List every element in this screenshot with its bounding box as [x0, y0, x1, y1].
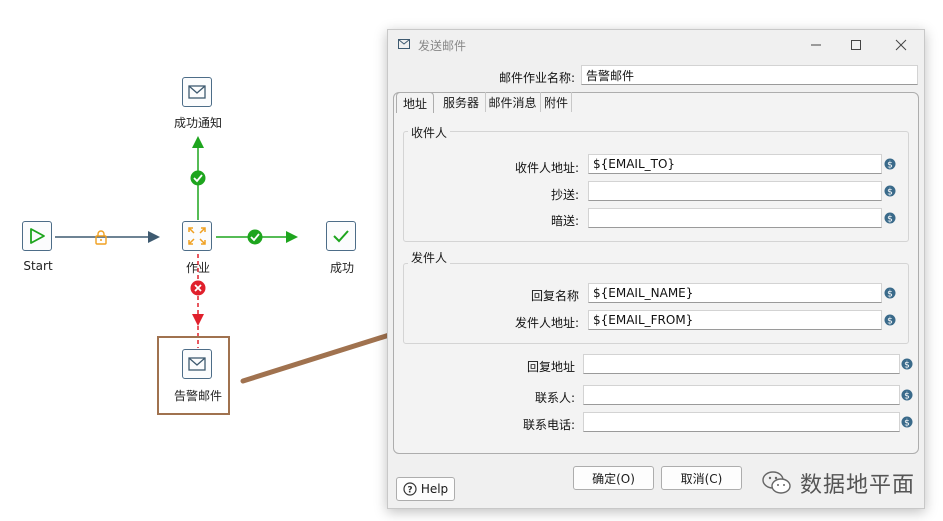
help-button-label: Help: [420, 482, 449, 496]
svg-text:$: $: [887, 188, 893, 198]
play-icon: [30, 228, 45, 244]
ok-button-label: 确定(O): [592, 471, 635, 486]
cancel-button[interactable]: 取消(C): [661, 466, 742, 490]
dialog-title: 发送邮件: [418, 39, 467, 53]
close-button[interactable]: [889, 34, 913, 56]
bcc-input[interactable]: [588, 208, 882, 228]
contact-label: 联系人:: [534, 391, 575, 405]
hop-arrowhead: [286, 231, 298, 243]
recipient-address-label: 收件人地址:: [514, 161, 579, 175]
job-label: 作业: [185, 261, 211, 275]
cc-label: 抄送:: [550, 188, 579, 202]
success-notify-node[interactable]: [182, 77, 212, 107]
tab-attachments[interactable]: 附件: [540, 92, 572, 112]
success-node[interactable]: [326, 221, 356, 251]
job-node[interactable]: [182, 221, 212, 251]
envelope-icon: [188, 357, 206, 371]
svg-text:$: $: [904, 392, 910, 402]
variable-icon[interactable]: $: [884, 212, 896, 224]
title-bar[interactable]: 发送邮件: [388, 30, 924, 60]
close-icon: [895, 39, 907, 51]
hop-arrowhead: [192, 314, 204, 326]
minimize-button[interactable]: [804, 34, 828, 56]
maximize-icon: [851, 40, 861, 50]
ok-button[interactable]: 确定(O): [573, 466, 654, 490]
checkmark-icon: [333, 230, 349, 243]
svg-text:$: $: [904, 419, 910, 429]
success-hop-icon[interactable]: [190, 170, 206, 186]
minimize-icon: [811, 44, 821, 46]
success-hop-icon[interactable]: [247, 229, 263, 245]
recipient-address-input[interactable]: [588, 154, 882, 174]
svg-text:$: $: [887, 290, 893, 300]
svg-text:$: $: [887, 161, 893, 171]
reply-name-label: 回复名称: [530, 289, 579, 303]
variable-icon[interactable]: $: [884, 158, 896, 170]
annotation-arrow: [240, 332, 390, 384]
lock-icon[interactable]: [93, 229, 109, 245]
help-button[interactable]: ? Help: [396, 477, 455, 501]
contact-phone-input[interactable]: [583, 412, 900, 432]
send-email-dialog: 发送邮件 邮件作业名称: 地址 服务器 邮件消息 附件 收件人 收件人地址: $: [387, 29, 925, 509]
success-label: 成功: [329, 261, 355, 275]
sender-address-label: 发件人地址:: [514, 316, 579, 330]
sender-address-input[interactable]: [588, 310, 882, 330]
contact-phone-label: 联系电话:: [522, 418, 575, 432]
sender-group-title: 发件人: [408, 249, 451, 266]
tab-label: 附件: [543, 95, 568, 110]
job-canvas[interactable]: 成功通知 Start 作业 成功 告警邮件: [0, 0, 390, 521]
wechat-icon: [762, 471, 791, 494]
sender-group: [403, 263, 909, 344]
recipient-group-title: 收件人: [408, 124, 451, 141]
variable-icon[interactable]: $: [884, 185, 896, 197]
variable-icon[interactable]: $: [901, 389, 913, 401]
svg-text:$: $: [904, 361, 910, 371]
variable-icon[interactable]: $: [884, 287, 896, 299]
tab-label: 服务器: [442, 95, 479, 110]
cc-input[interactable]: [588, 181, 882, 201]
variable-icon[interactable]: $: [901, 358, 913, 370]
watermark-text: 数据地平面: [800, 473, 916, 498]
start-node[interactable]: [22, 221, 52, 251]
svg-text:?: ?: [407, 486, 412, 496]
svg-text:$: $: [887, 215, 893, 225]
job-name-input[interactable]: [581, 65, 918, 85]
variable-icon[interactable]: $: [901, 416, 913, 428]
success-notify-label: 成功通知: [173, 116, 223, 130]
failure-hop-icon[interactable]: [190, 280, 206, 296]
tab-label: 邮件消息: [488, 95, 537, 110]
watermark: 数据地平面: [762, 467, 915, 499]
envelope-icon: [188, 85, 206, 99]
tab-server[interactable]: 服务器: [438, 92, 484, 112]
hop-arrowhead: [192, 136, 204, 148]
help-icon: ?: [403, 482, 417, 496]
reply-name-input[interactable]: [588, 283, 882, 303]
envelope-icon: [398, 39, 410, 49]
hop-arrowhead: [148, 231, 160, 243]
expand-arrows-icon: [188, 227, 206, 245]
tab-address[interactable]: 地址: [396, 92, 434, 113]
cancel-button-label: 取消(C): [680, 471, 723, 486]
job-name-label: 邮件作业名称:: [498, 71, 575, 85]
svg-text:$: $: [887, 317, 893, 327]
bcc-label: 暗送:: [550, 214, 579, 228]
maximize-button[interactable]: [844, 34, 868, 56]
alert-mail-node[interactable]: [182, 349, 212, 379]
reply-address-label: 回复地址: [526, 360, 575, 374]
alert-mail-label: 告警邮件: [173, 389, 223, 403]
tab-label: 地址: [402, 96, 427, 111]
tab-email-message[interactable]: 邮件消息: [485, 92, 539, 112]
start-label: Start: [23, 259, 53, 273]
contact-input[interactable]: [583, 385, 900, 405]
reply-address-input[interactable]: [583, 354, 900, 374]
variable-icon[interactable]: $: [884, 314, 896, 326]
